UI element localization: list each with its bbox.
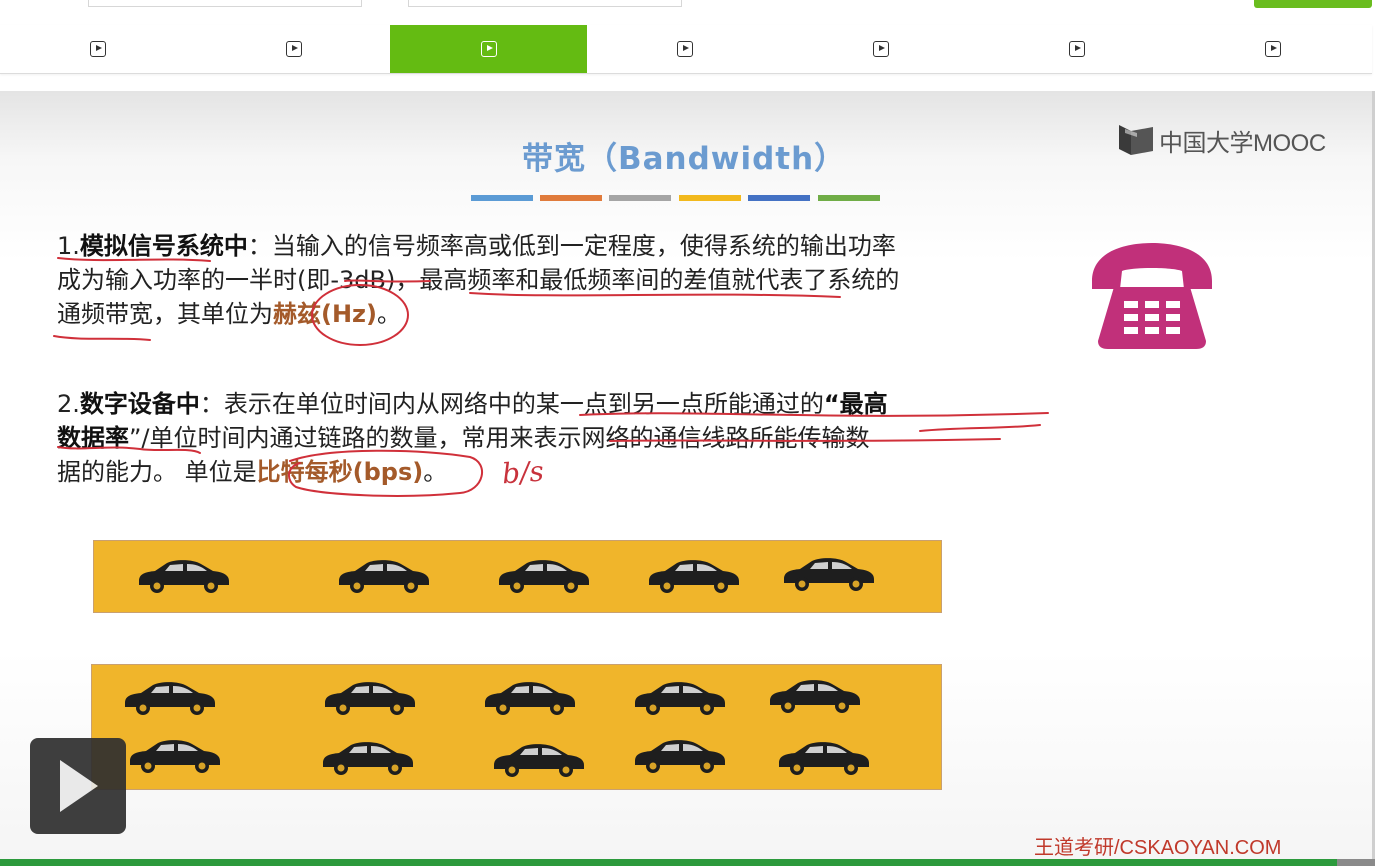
p1-term: 模拟信号系统中 (79, 232, 248, 260)
segment-6[interactable] (979, 25, 1175, 73)
p2-line-1: 2.数字设备中：表示在单位时间内从网络中的某一点到另一点所能通过的“最高 (57, 390, 888, 418)
handwritten-annotation: b/s (500, 454, 545, 491)
segment-1[interactable] (0, 25, 196, 73)
stripe-1 (471, 195, 533, 201)
p1-line-2: 成为输入功率的一半时(即-3dB)，最高频率和最低频率间的差值就代表了系统的 (57, 266, 900, 294)
p2-line-2: 数据率”/单位时间内通过链路的数量，常用来表示网络的通信线路所能传输数 (57, 424, 870, 452)
playback-progress[interactable] (0, 859, 1375, 866)
paragraph-analog: 1.模拟信号系统中：当输入的信号频率高或低到一定程度，使得系统的输出功率 成为输… (57, 229, 1057, 331)
top-toolbar (0, 0, 1375, 24)
p2-term: 数字设备中 (79, 390, 200, 418)
single-lane-road (93, 540, 942, 613)
lecture-slide: 带宽（Bandwidth） 中国大学MOOC 1.模拟信号系统中：当输入的信号频… (0, 91, 1372, 859)
play-icon (90, 41, 106, 57)
top-input-left[interactable] (88, 0, 362, 7)
p1-line-1: 1.模拟信号系统中：当输入的信号频率高或低到一定程度，使得系统的输出功率 (57, 232, 896, 260)
play-icon (677, 41, 693, 57)
segment-4[interactable] (587, 25, 783, 73)
segment-7[interactable] (1175, 25, 1371, 73)
p2-line-3: 据的能力。 单位是比特每秒(bps)。 (57, 458, 448, 486)
paragraph-digital: 2.数字设备中：表示在单位时间内从网络中的某一点到另一点所能通过的“最高 数据率… (57, 387, 1057, 489)
segment-5[interactable] (783, 25, 979, 73)
progress-remaining[interactable] (1337, 859, 1375, 866)
top-action-button[interactable] (1254, 0, 1372, 8)
double-lane-road (91, 664, 942, 790)
play-icon (286, 41, 302, 57)
top-input-right[interactable] (408, 0, 682, 7)
slide-title: 带宽（Bandwidth） (522, 141, 847, 177)
video-segment-bar (0, 25, 1372, 74)
play-icon (873, 41, 889, 57)
stripe-4 (679, 195, 741, 201)
watermark: 王道考研/CSKAOYAN.COM (1034, 837, 1282, 859)
stripe-6 (818, 195, 880, 201)
stripe-5 (748, 195, 810, 201)
stripe-3 (609, 195, 671, 201)
play-icon (480, 41, 497, 57)
big-play-button[interactable] (30, 738, 126, 834)
unit-hz: 赫兹(Hz) (273, 300, 377, 328)
unit-bps: 比特每秒(bps) (256, 458, 424, 486)
stripe-2 (540, 195, 602, 201)
segment-2[interactable] (196, 25, 392, 73)
book-icon (1119, 125, 1153, 155)
telephone-icon (1092, 243, 1212, 349)
segment-3-active[interactable] (390, 25, 587, 73)
play-icon (1265, 41, 1281, 57)
play-icon (1069, 41, 1085, 57)
mooc-logo: 中国大学MOOC (1117, 123, 1326, 157)
p1-line-3: 通频带宽，其单位为赫兹(Hz)。 (57, 300, 401, 328)
